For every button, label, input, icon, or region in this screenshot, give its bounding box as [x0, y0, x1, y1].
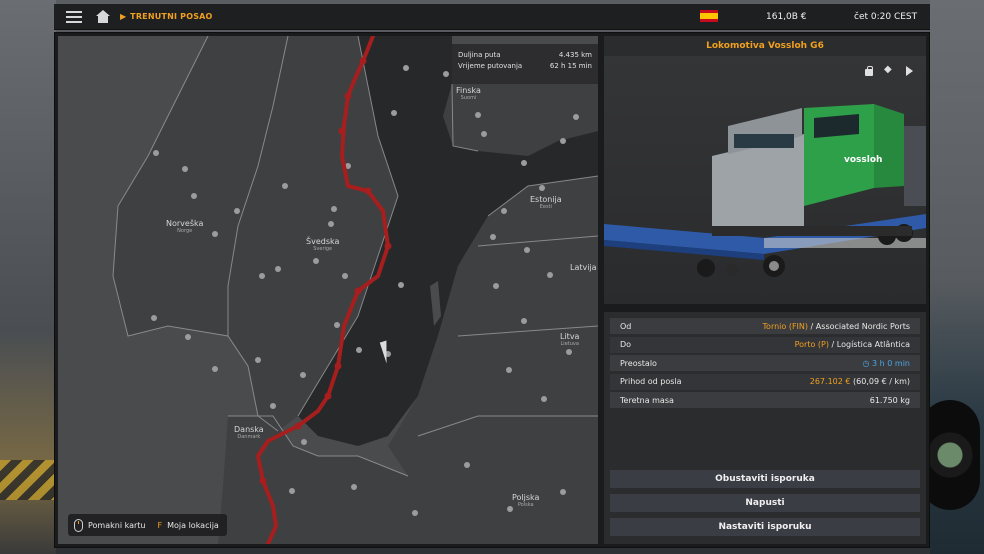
to-value: Porto (P) / Logística Atlântica	[795, 340, 910, 349]
mass-label: Teretna masa	[620, 395, 674, 405]
locomotive-brand: vossloh	[844, 155, 882, 165]
hint-my-location[interactable]: Moja lokacija	[167, 521, 219, 530]
from-city: Tornio (FIN)	[762, 321, 809, 331]
from-label: Od	[620, 321, 632, 331]
map-label-sweden: Švedska Sverige	[306, 237, 340, 252]
to-city: Porto (P)	[794, 340, 829, 349]
map-label-denmark: Danska Danmark	[234, 425, 264, 440]
distance-label: Duljina puta	[458, 51, 501, 59]
timer-icon: ◷	[862, 358, 873, 368]
hint-move-map[interactable]: Pomakni kartu	[88, 521, 146, 530]
map-label-estonia: Estonija Eesti	[530, 195, 562, 210]
quit-button[interactable]: Napusti	[610, 494, 920, 512]
income-amount: 267.102 €	[809, 377, 851, 386]
chevron-right-icon: ▶	[120, 12, 127, 21]
row-from: Od Tornio (FIN) / Associated Nordic Port…	[610, 318, 920, 334]
money-balance: 161,0B €	[766, 12, 807, 22]
background-garage-left	[0, 0, 56, 554]
key-f-icon: F	[157, 520, 163, 530]
from-value: Tornio (FIN) / Associated Nordic Ports	[763, 322, 910, 331]
distance-value: 4.435 km	[558, 51, 592, 59]
income-label: Prihod od posla	[620, 377, 682, 386]
job-details-column: Lokomotiva Vossloh G6 ◆ vossloh Od Torni…	[604, 36, 926, 544]
row-remaining: Preostalo ◷ 3 h 0 min	[610, 355, 920, 371]
game-time: čet 0:20 CEST	[854, 12, 918, 22]
row-to: Do Porto (P) / Logística Atlântica	[610, 336, 920, 353]
background-garage-right	[920, 0, 984, 554]
home-icon[interactable]	[96, 10, 110, 23]
menu-icon[interactable]	[66, 10, 82, 23]
row-income: Prihod od posla 267.102 € (60,09 € / km)	[610, 373, 920, 390]
map-canvas	[58, 36, 598, 544]
cargo-preview: vossloh	[604, 56, 926, 304]
breadcrumb[interactable]: TRENUTNI POSAO	[130, 12, 212, 21]
cancel-delivery-button[interactable]: Obustaviti isporuka	[610, 470, 920, 488]
map-controls-hint: Pomakni kartu F Moja lokacija	[68, 514, 227, 536]
route-info-box: Duljina puta 4.435 km Vrijeme putovanja 62…	[452, 44, 598, 84]
travel-time-label: Vrijeme putovanja	[458, 62, 523, 70]
action-buttons: Obustaviti isporuka Napusti Nastaviti is…	[610, 470, 920, 542]
map-label-norway: Norveška Norge	[166, 219, 204, 234]
job-details: Od Tornio (FIN) / Associated Nordic Port…	[604, 312, 926, 544]
remaining-value: ◷ 3 h 0 min	[863, 359, 911, 368]
from-company: / Associated Nordic Ports	[808, 321, 910, 331]
locomotive-trailer-image: vossloh	[604, 104, 926, 277]
income-rate: (60,09 € / km)	[850, 377, 910, 386]
cargo-title: Lokomotiva Vossloh G6	[604, 36, 926, 56]
remaining-label: Preostalo	[620, 358, 657, 368]
row-mass: Teretna masa 61.750 kg	[610, 392, 920, 408]
remaining-time: 3 h 0 min	[872, 358, 910, 368]
map-label-poland: Poljska Polska	[512, 493, 540, 508]
mass-value: 61.750 kg	[869, 395, 910, 405]
route-map[interactable]: Finska Suomi Norveška Norge Švedska Sverige…	[58, 36, 598, 544]
travel-time-value: 62 h 15 min	[549, 62, 592, 70]
map-label-finland: Finska Suomi	[456, 86, 481, 101]
top-bar: ▶ TRENUTNI POSAO 161,0B € čet 0:20 CEST	[54, 4, 930, 30]
map-label-latvia: Latvija	[570, 263, 597, 272]
to-label: Do	[620, 340, 632, 349]
mouse-icon	[74, 518, 83, 532]
income-value: 267.102 € (60,09 € / km)	[810, 377, 910, 386]
to-company: / Logística Atlântica	[829, 340, 910, 349]
spain-flag-icon	[700, 10, 718, 22]
map-label-lithuania: Litva Lietuva	[560, 332, 580, 347]
continue-delivery-button[interactable]: Nastaviti isporuku	[610, 518, 920, 536]
